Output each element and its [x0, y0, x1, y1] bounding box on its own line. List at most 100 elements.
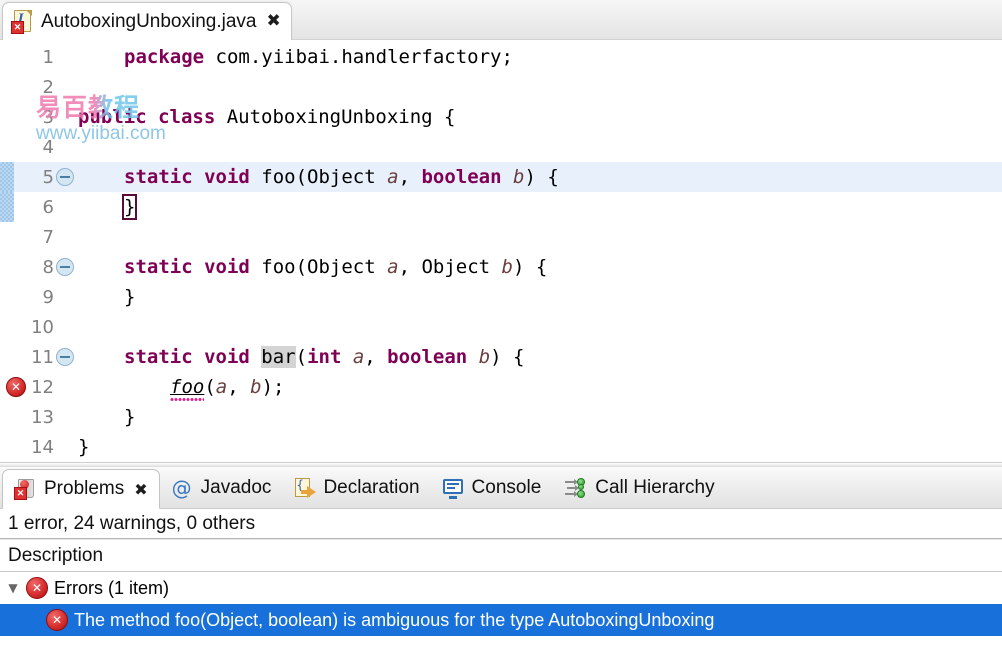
code-text: foo(a, b);: [76, 376, 284, 401]
close-icon[interactable]: ✖: [134, 480, 147, 499]
line-gutter[interactable]: 3: [0, 102, 76, 132]
console-icon: [442, 477, 464, 499]
code-line[interactable]: 3 public class AutoboxingUnboxing {: [0, 102, 1002, 132]
code-token: , Object: [398, 256, 502, 278]
bottom-view-stack: Problems ✖ @ Javadoc {Declaration Console Call…: [0, 467, 1002, 664]
code-token: b: [250, 376, 262, 398]
code-line[interactable]: 14}: [0, 432, 1002, 462]
java-file-icon: J: [11, 9, 33, 34]
line-number: 7: [42, 226, 54, 248]
call-hierarchy-icon: [563, 477, 587, 499]
view-tab-strip: Problems ✖ @ Javadoc {Declaration Console Call…: [0, 467, 1002, 509]
code-token: ) {: [524, 166, 559, 188]
code-token: ,: [364, 346, 388, 368]
view-tab-javadoc[interactable]: @ Javadoc: [160, 467, 283, 508]
code-token: a: [352, 346, 365, 368]
code-text: static void bar(int a, boolean b) {: [76, 346, 524, 368]
close-icon[interactable]: ✖: [267, 13, 281, 30]
code-text: }: [76, 436, 89, 458]
code-line[interactable]: 1 package com.yiibai.handlerfactory;: [0, 42, 1002, 72]
code-line[interactable]: 5 static void foo(Object a, boolean b) {: [0, 162, 1002, 192]
code-token: package: [124, 46, 216, 68]
line-gutter[interactable]: 10: [0, 312, 76, 342]
code-text: static void foo(Object a, boolean b) {: [76, 166, 559, 188]
code-line[interactable]: 6}: [0, 192, 1002, 222]
code-line[interactable]: 13}: [0, 402, 1002, 432]
view-tab-label: Problems: [44, 478, 125, 499]
code-token: static void: [124, 346, 262, 368]
fold-collapse-icon[interactable]: [56, 348, 74, 366]
code-token: AutoboxingUnboxing {: [226, 106, 456, 128]
fold-collapse-icon[interactable]: [56, 168, 74, 186]
line-number: 2: [42, 76, 54, 98]
editor-tab-autoboxingunboxing[interactable]: J AutoboxingUnboxing.java ✖: [2, 2, 292, 40]
error-icon: [46, 609, 68, 631]
code-line[interactable]: 11 static void bar(int a, boolean b) {: [0, 342, 1002, 372]
fold-collapse-icon[interactable]: [56, 258, 74, 276]
code-text: }: [76, 406, 135, 428]
problems-group-row-errors[interactable]: ▼ Errors (1 item): [0, 572, 1002, 604]
code-line[interactable]: 8 static void foo(Object a, Object b) {: [0, 252, 1002, 282]
code-line[interactable]: 4: [0, 132, 1002, 162]
eclipse-ide-window: J AutoboxingUnboxing.java ✖ 1 package com…: [0, 0, 1002, 664]
matching-bracket: }: [121, 194, 138, 220]
line-gutter[interactable]: 7: [0, 222, 76, 252]
view-tab-declaration[interactable]: {Declaration: [282, 467, 430, 508]
view-tab-problems[interactable]: Problems ✖: [2, 469, 160, 509]
view-tab-label: Console: [471, 476, 542, 498]
code-token: static void: [124, 256, 262, 278]
editor-tab-strip: J AutoboxingUnboxing.java ✖: [0, 0, 1002, 40]
line-gutter[interactable]: 13: [0, 402, 76, 432]
line-number: 8: [42, 256, 54, 278]
line-number: 14: [31, 436, 54, 458]
code-text: package com.yiibai.handlerfactory;: [76, 46, 513, 68]
line-number: 5: [42, 166, 54, 188]
code-token: b: [512, 166, 525, 188]
line-number: 4: [42, 136, 54, 158]
error-underlined-token: foo: [170, 376, 205, 401]
line-number: 9: [42, 286, 54, 308]
error-marker-icon[interactable]: [6, 377, 26, 397]
code-token: ) {: [512, 256, 548, 278]
code-line[interactable]: 12foo(a, b);: [0, 372, 1002, 402]
view-tab-console[interactable]: Console: [431, 467, 553, 508]
view-tab-label: Javadoc: [200, 476, 272, 498]
line-gutter[interactable]: 6: [0, 192, 76, 222]
problems-icon: [14, 478, 36, 500]
code-line[interactable]: 9}: [0, 282, 1002, 312]
code-token: (: [204, 376, 216, 398]
code-token: }: [124, 286, 136, 308]
code-line[interactable]: 10: [0, 312, 1002, 342]
line-gutter[interactable]: 5: [0, 162, 76, 192]
code-token: }: [78, 436, 90, 458]
line-gutter[interactable]: 14: [0, 432, 76, 462]
line-gutter[interactable]: 1: [0, 42, 76, 72]
error-badge-icon: [11, 20, 24, 34]
line-gutter[interactable]: 11: [0, 342, 76, 372]
code-editor[interactable]: 1 package com.yiibai.handlerfactory; 2 3 pub…: [0, 40, 1002, 465]
chevron-down-icon[interactable]: ▼: [0, 581, 26, 595]
code-token: boolean: [387, 346, 479, 368]
column-header-description[interactable]: Description: [0, 539, 1002, 572]
editor-tab-title: AutoboxingUnboxing.java: [41, 10, 257, 32]
code-token: com.yiibai.handlerfactory;: [215, 46, 513, 68]
code-token: boolean: [421, 166, 513, 188]
line-gutter[interactable]: 8: [0, 252, 76, 282]
code-text: }: [76, 286, 135, 308]
code-token: ,: [227, 376, 251, 398]
code-token: a: [387, 256, 399, 278]
problem-item-row[interactable]: The method foo(Object, boolean) is ambig…: [0, 604, 1002, 636]
problems-group-label: Errors (1 item): [54, 577, 170, 598]
view-tab-call-hierarchy[interactable]: Call Hierarchy: [552, 467, 725, 508]
code-token: (: [295, 346, 308, 368]
line-gutter[interactable]: 2: [0, 72, 76, 102]
line-number: 13: [31, 406, 54, 428]
line-gutter[interactable]: 9: [0, 282, 76, 312]
code-line[interactable]: 2: [0, 72, 1002, 102]
code-text: public class AutoboxingUnboxing {: [76, 106, 456, 128]
line-gutter[interactable]: 12: [0, 372, 76, 402]
occurrence-highlight: bar: [261, 346, 296, 368]
code-line[interactable]: 7: [0, 222, 1002, 252]
line-gutter[interactable]: 4: [0, 132, 76, 162]
line-number: 6: [42, 196, 54, 218]
